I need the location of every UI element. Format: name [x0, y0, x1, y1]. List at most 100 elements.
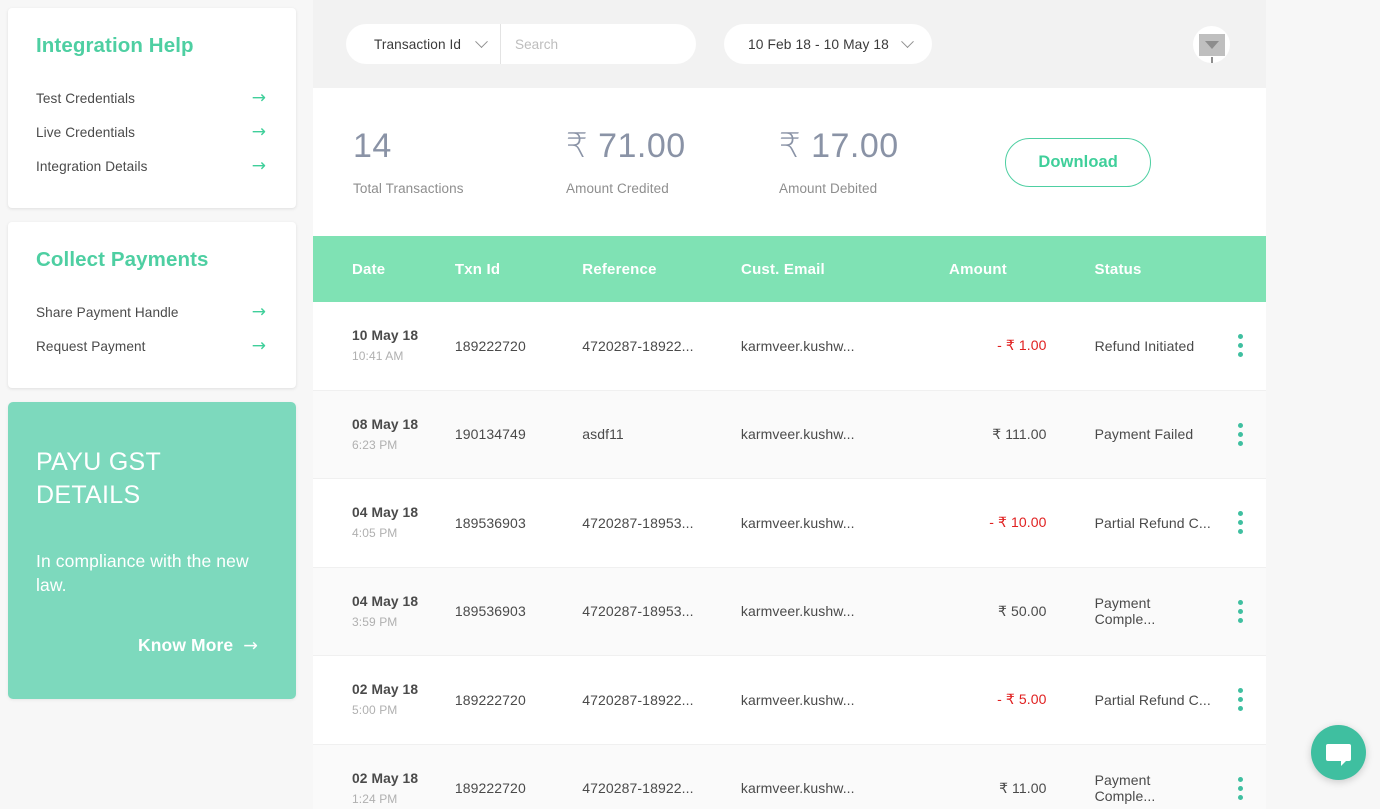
stat-label: Total Transactions	[353, 180, 464, 196]
stat-label: Amount Credited	[566, 180, 669, 196]
cell-date: 02 May 18 1:24 PM	[352, 771, 455, 806]
cell-amount: - ₹ 10.00	[989, 514, 1047, 531]
cell-cust-email: karmveer.kushw...	[740, 603, 855, 620]
column-header-date: Date	[352, 260, 386, 278]
kebab-menu-icon[interactable]	[1234, 419, 1247, 450]
cell-date: 02 May 18 5:00 PM	[352, 682, 455, 717]
sidebar-item-request-payment[interactable]: Request Payment →	[36, 330, 268, 364]
filter-funnel-icon	[1198, 33, 1225, 63]
table-row[interactable]: 04 May 18 4:05 PM 189536903 4720287-1895…	[313, 479, 1266, 568]
cell-status: Partial Refund C...	[1094, 514, 1211, 531]
cell-date: 04 May 18 4:05 PM	[352, 505, 455, 540]
sidebar-item-label: Test Credentials	[36, 91, 136, 106]
sidebar: Integration Help Test Credentials → Live…	[0, 0, 313, 809]
row-date: 08 May 18	[352, 416, 419, 432]
cell-amount: - ₹ 1.00	[997, 337, 1047, 354]
table-row[interactable]: 10 May 18 10:41 AM 189222720 4720287-189…	[313, 302, 1266, 391]
kebab-menu-icon[interactable]	[1234, 773, 1247, 804]
chevron-down-icon	[475, 34, 488, 48]
cell-amount: ₹ 111.00	[992, 425, 1047, 442]
row-time: 6:23 PM	[352, 437, 398, 452]
cell-actions	[1215, 596, 1266, 627]
arrow-right-icon: →	[251, 122, 266, 142]
sidebar-card-collect-payments: Collect Payments Share Payment Handle → …	[8, 222, 296, 388]
sidebar-item-label: Integration Details	[36, 159, 148, 174]
search-field	[501, 24, 696, 64]
collect-payments-title: Collect Payments	[36, 248, 209, 271]
column-header-amount: Amount	[949, 260, 1007, 278]
arrow-right-icon: →	[251, 88, 266, 108]
cell-cust-email: karmveer.kushw...	[740, 780, 855, 797]
cell-date: 10 May 18 10:41 AM	[352, 328, 455, 363]
cell-reference: asdf11	[582, 426, 624, 443]
cell-amount: - ₹ 5.00	[997, 691, 1047, 708]
arrow-right-icon: →	[243, 635, 258, 656]
column-header-status: Status	[1094, 260, 1142, 278]
date-range-picker[interactable]: 10 Feb 18 - 10 May 18	[724, 24, 932, 64]
sidebar-item-integration-details[interactable]: Integration Details →	[36, 150, 268, 184]
stat-total-transactions: 14 Total Transactions	[353, 129, 566, 196]
row-time: 10:41 AM	[352, 349, 404, 364]
cell-status: Payment Comple...	[1094, 772, 1156, 805]
kebab-menu-icon[interactable]	[1234, 684, 1247, 715]
cell-cust-email: karmveer.kushw...	[740, 337, 855, 354]
kebab-menu-icon[interactable]	[1234, 596, 1247, 627]
sidebar-item-label: Share Payment Handle	[36, 305, 179, 320]
transactions-table: Date Txn Id Reference Cust. Email Amount…	[313, 236, 1266, 809]
cell-txn-id: 189536903	[454, 603, 526, 620]
cell-date: 08 May 18 6:23 PM	[352, 417, 455, 452]
table-row[interactable]: 08 May 18 6:23 PM 190134749 asdf11 karmv…	[313, 390, 1266, 479]
row-time: 1:24 PM	[352, 791, 398, 806]
column-header-reference: Reference	[582, 260, 657, 278]
kebab-menu-icon[interactable]	[1234, 507, 1247, 538]
arrow-right-icon: →	[251, 156, 266, 176]
sidebar-card-integration-help: Integration Help Test Credentials → Live…	[8, 8, 296, 208]
summary-bar: 14 Total Transactions ₹ 71.00 Amount Cre…	[313, 88, 1266, 236]
cell-txn-id: 190134749	[454, 426, 526, 443]
app-root: Integration Help Test Credentials → Live…	[0, 0, 1380, 809]
stat-value: ₹ 17.00	[779, 126, 899, 165]
sidebar-item-live-credentials[interactable]: Live Credentials →	[36, 116, 268, 150]
cell-date: 04 May 18 3:59 PM	[352, 594, 455, 629]
search-input[interactable]	[515, 36, 693, 52]
sidebar-item-label: Live Credentials	[36, 125, 136, 140]
filter-button[interactable]	[1193, 26, 1230, 63]
main-content: Transaction Id 10 Feb 18 - 10 May 18	[313, 0, 1380, 809]
cell-actions	[1215, 684, 1266, 715]
table-row[interactable]: 04 May 18 3:59 PM 189536903 4720287-1895…	[313, 567, 1266, 656]
integration-help-title: Integration Help	[36, 34, 194, 57]
row-date: 02 May 18	[352, 682, 419, 698]
cell-cust-email: karmveer.kushw...	[740, 514, 855, 531]
row-time: 4:05 PM	[352, 526, 398, 541]
cell-amount: ₹ 11.00	[999, 779, 1047, 796]
kebab-menu-icon[interactable]	[1234, 330, 1247, 361]
cell-actions	[1215, 419, 1266, 450]
table-row[interactable]: 02 May 18 5:00 PM 189222720 4720287-1892…	[313, 656, 1266, 745]
promo-card-payu-gst[interactable]: PAYU GST DETAILS In compliance with the …	[8, 402, 296, 699]
row-time: 3:59 PM	[352, 614, 398, 629]
stat-amount-credited: ₹ 71.00 Amount Credited	[566, 129, 779, 196]
download-button[interactable]: Download	[1005, 137, 1151, 187]
sidebar-item-share-payment-handle[interactable]: Share Payment Handle →	[36, 296, 268, 330]
cell-actions	[1215, 773, 1266, 804]
cell-reference: 4720287-18953...	[582, 514, 694, 531]
table-header-row: Date Txn Id Reference Cust. Email Amount…	[313, 236, 1266, 302]
promo-know-more-link[interactable]: Know More →	[36, 635, 266, 656]
sidebar-item-test-credentials[interactable]: Test Credentials →	[36, 82, 268, 116]
chat-bubble-icon	[1326, 744, 1351, 766]
search-group: Transaction Id	[346, 24, 696, 64]
row-date: 04 May 18	[352, 505, 419, 521]
search-filter-dropdown[interactable]: Transaction Id	[346, 24, 502, 64]
row-time: 5:00 PM	[352, 703, 398, 718]
stat-label: Amount Debited	[779, 180, 878, 196]
arrow-right-icon: →	[251, 336, 266, 356]
chat-support-button[interactable]	[1311, 725, 1366, 780]
row-date: 10 May 18	[352, 328, 419, 344]
cell-status: Payment Failed	[1094, 426, 1194, 443]
sidebar-item-label: Request Payment	[36, 339, 146, 354]
promo-title: PAYU GST DETAILS	[36, 448, 161, 510]
cell-txn-id: 189536903	[454, 514, 526, 531]
stat-value: ₹ 71.00	[566, 126, 686, 165]
chevron-down-icon	[901, 34, 914, 48]
table-row[interactable]: 02 May 18 1:24 PM 189222720 4720287-1892…	[313, 744, 1266, 809]
